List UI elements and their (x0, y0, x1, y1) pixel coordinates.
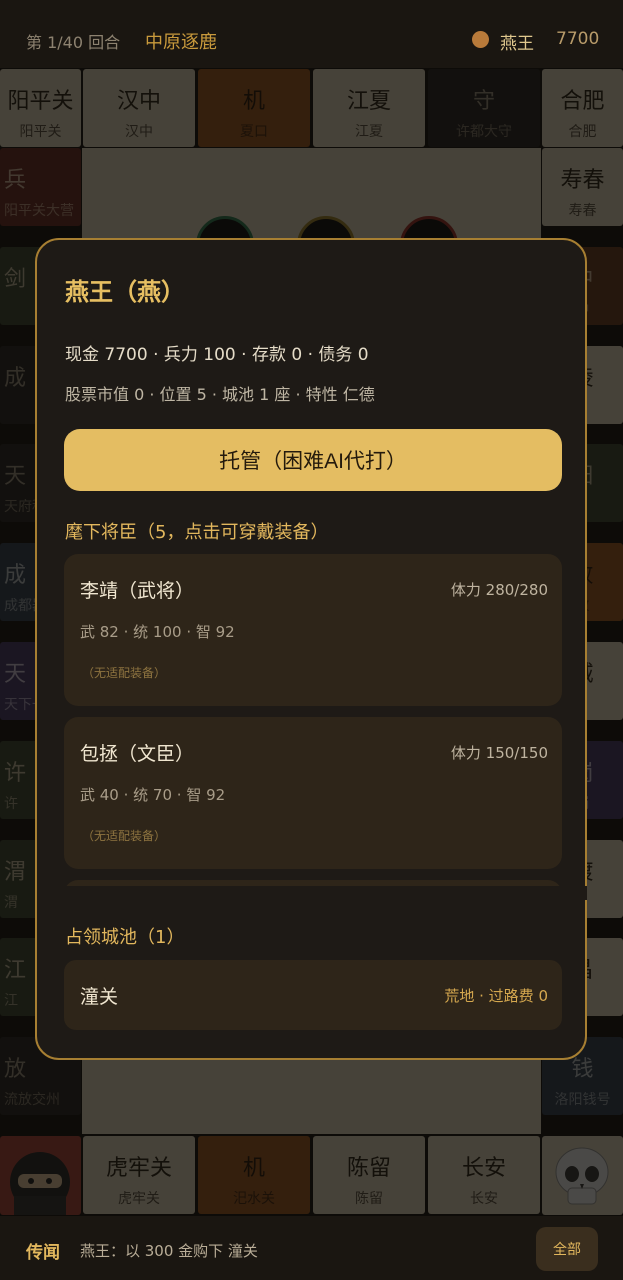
cities-section-title: 占领城池（1） (65, 927, 185, 948)
top-bar: 第 1/40 回合 中原逐鹿 燕王 7700 (0, 0, 623, 68)
city-name: 潼关 (80, 986, 119, 1008)
general-equipment: （无适配装备） (82, 829, 167, 843)
show-all-button[interactable]: 全部 (536, 1227, 598, 1271)
city-card[interactable]: 潼关 荒地 · 过路费 0 (64, 960, 562, 1030)
auto-play-button[interactable]: 托管（困难AI代打） (64, 429, 562, 491)
player-detail-dialog: 燕王（燕） 现金 7700 · 兵力 100 · 存款 0 · 债务 0 股票市… (35, 238, 587, 1060)
general-card[interactable]: 李靖（武将） 体力 280/280 武 82 · 统 100 · 智 92 （无… (64, 554, 562, 706)
general-name: 包拯（文臣） (80, 743, 195, 765)
general-attributes: 武 82 · 统 100 · 智 92 (80, 623, 235, 641)
general-attributes: 武 40 · 统 70 · 智 92 (80, 786, 226, 804)
news-bar: 传闻 燕王：以 300 金购下 潼关 全部 (0, 1216, 623, 1280)
player-stats-line2: 股票市值 0 · 位置 5 · 城池 1 座 · 特性 仁德 (65, 385, 375, 404)
news-label: 传闻 (26, 1243, 60, 1263)
news-text: 燕王：以 300 金购下 潼关 (80, 1242, 258, 1260)
general-equipment: （无适配装备） (82, 666, 167, 680)
current-player-money: 7700 (556, 29, 600, 49)
current-player-name: 燕王 (500, 34, 534, 54)
general-card[interactable]: 包拯（文臣） 体力 150/150 武 40 · 统 70 · 智 92 （无适… (64, 717, 562, 869)
round-counter: 第 1/40 回合 (26, 33, 121, 52)
general-hp: 体力 280/280 (450, 581, 548, 599)
generals-section-title: 麾下将臣（5，点击可穿戴装备） (65, 522, 329, 543)
coin-icon (472, 31, 489, 48)
city-info: 荒地 · 过路费 0 (444, 987, 548, 1005)
general-hp: 体力 150/150 (450, 744, 548, 762)
stage-title: 中原逐鹿 (145, 32, 217, 53)
player-stats-line1: 现金 7700 · 兵力 100 · 存款 0 · 债务 0 (65, 345, 369, 365)
general-name: 李靖（武将） (80, 580, 195, 602)
scroll-fade (39, 886, 587, 900)
dialog-title: 燕王（燕） (65, 278, 185, 306)
